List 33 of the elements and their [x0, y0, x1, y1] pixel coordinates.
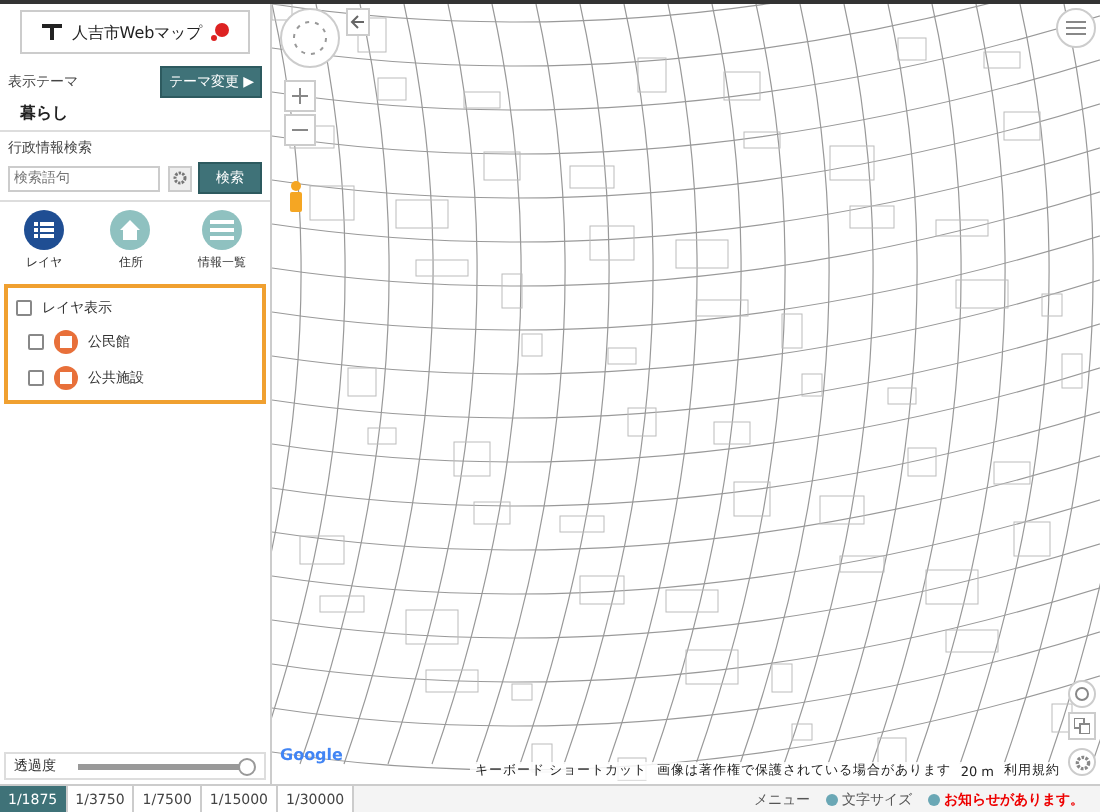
- dot-icon: [826, 793, 838, 805]
- arrow-left-icon: [350, 14, 366, 30]
- pegman-icon[interactable]: [288, 180, 304, 212]
- target-icon: [1074, 686, 1090, 702]
- list-icon: [33, 220, 54, 240]
- site-logo[interactable]: 人吉市Webマップ: [20, 10, 250, 54]
- settings-button[interactable]: [1068, 748, 1096, 776]
- logo-mark-icon: [39, 22, 64, 42]
- checkbox[interactable]: [28, 334, 44, 350]
- menu-button[interactable]: [1056, 8, 1096, 48]
- gear-icon: [1073, 753, 1091, 771]
- gear-icon: [171, 170, 187, 186]
- slider-thumb[interactable]: [237, 757, 255, 775]
- menu-icon: [1066, 20, 1086, 36]
- compass-icon: [290, 18, 330, 58]
- checkbox[interactable]: [16, 300, 32, 316]
- plus-icon: [292, 88, 308, 104]
- checkbox[interactable]: [28, 370, 44, 386]
- locate-button[interactable]: [1068, 680, 1096, 708]
- google-logo: Google: [280, 746, 343, 764]
- layers-button[interactable]: [1068, 712, 1096, 740]
- building-icon: [54, 330, 78, 354]
- theme-value: 暮らし: [18, 102, 70, 124]
- collapse-button[interactable]: [346, 8, 370, 36]
- zoom-out-button[interactable]: [284, 114, 316, 146]
- home-icon: [120, 220, 141, 240]
- zoom-in-button[interactable]: [284, 80, 316, 112]
- table-icon: [210, 220, 235, 240]
- dot-icon: [928, 793, 940, 805]
- stack-icon: [1074, 718, 1090, 734]
- building-icon: [54, 366, 78, 390]
- settings-button[interactable]: [167, 165, 191, 191]
- compass-control[interactable]: [280, 8, 340, 68]
